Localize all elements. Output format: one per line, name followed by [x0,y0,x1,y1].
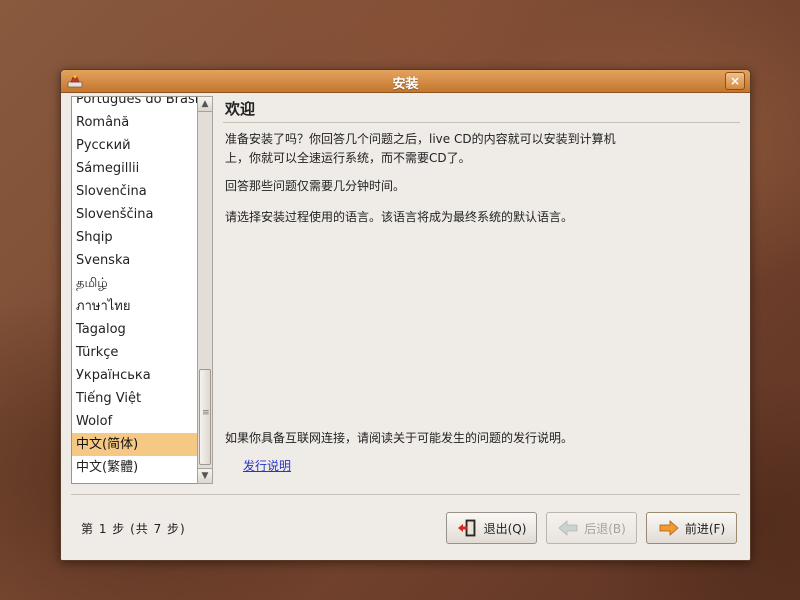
language-item[interactable]: Sámegillii [72,157,212,180]
duration-text: 回答那些问题仅需要几分钟时间。 [225,179,406,193]
language-item[interactable]: Türkçe [72,341,212,364]
language-list-scrollbar[interactable]: ▲ ≡ ▼ [197,96,213,484]
language-item[interactable]: 中文(简体) [72,433,212,456]
installer-window: 安装 × Português do Brasil Română Русский Sám… [60,69,751,561]
language-item[interactable]: Română [72,111,212,134]
page-title: 欢迎 [225,100,256,118]
quit-door-icon [457,519,475,537]
close-icon[interactable]: × [725,72,745,90]
back-button-label: 后退(B) [584,521,626,536]
language-item[interactable]: Wolof [72,410,212,433]
language-list[interactable]: Português do Brasil Română Русский Sámegill… [71,96,213,484]
language-item[interactable]: Tiếng Việt [72,387,212,410]
language-instruction-text: 请选择安装过程使用的语言。该语言将成为最终系统的默认语言。 [225,210,574,224]
forward-button[interactable]: 前进(F) [646,512,737,544]
release-notes-link[interactable]: 发行说明 [243,457,291,474]
language-item[interactable]: Português do Brasil [72,97,212,111]
footer-divider [71,494,740,495]
scroll-up-arrow-icon[interactable]: ▲ [198,97,212,112]
language-item[interactable]: Tagalog [72,318,212,341]
language-list-items: Português do Brasil Română Русский Sámegill… [72,97,212,479]
language-item[interactable]: ภาษาไทย [72,295,212,318]
language-item[interactable]: Svenska [72,249,212,272]
language-item[interactable]: Slovenčina [72,180,212,203]
title-divider [223,122,740,123]
language-item[interactable]: தமிழ் [72,272,212,295]
language-item[interactable]: Українська [72,364,212,387]
release-notes-text: 如果你具备互联网连接，请阅读关于可能发生的问题的发行说明。 [225,431,574,445]
forward-button-label: 前进(F) [684,521,726,536]
intro-text: 准备安装了吗？你回答几个问题之后，live CD的内容就可以安装到计算机上，你就… [225,132,616,165]
scrollbar-thumb[interactable]: ≡ [199,369,211,465]
language-item[interactable]: Shqip [72,226,212,249]
back-arrow-icon [558,520,578,536]
forward-arrow-icon [659,520,679,536]
step-indicator: 第 1 步 (共 7 步) [81,522,186,536]
quit-button[interactable]: 退出(Q) [446,512,537,544]
language-item[interactable]: Slovenščina [72,203,212,226]
window-title: 安装 [392,77,419,92]
language-item[interactable]: Русский [72,134,212,157]
back-button[interactable]: 后退(B) [546,512,637,544]
language-item[interactable]: 中文(繁體) [72,456,212,479]
thumb-grip-icon: ≡ [202,408,210,418]
title-bar[interactable]: 安装 × [61,70,750,93]
scroll-down-arrow-icon[interactable]: ▼ [198,468,212,483]
quit-button-label: 退出(Q) [483,521,527,536]
